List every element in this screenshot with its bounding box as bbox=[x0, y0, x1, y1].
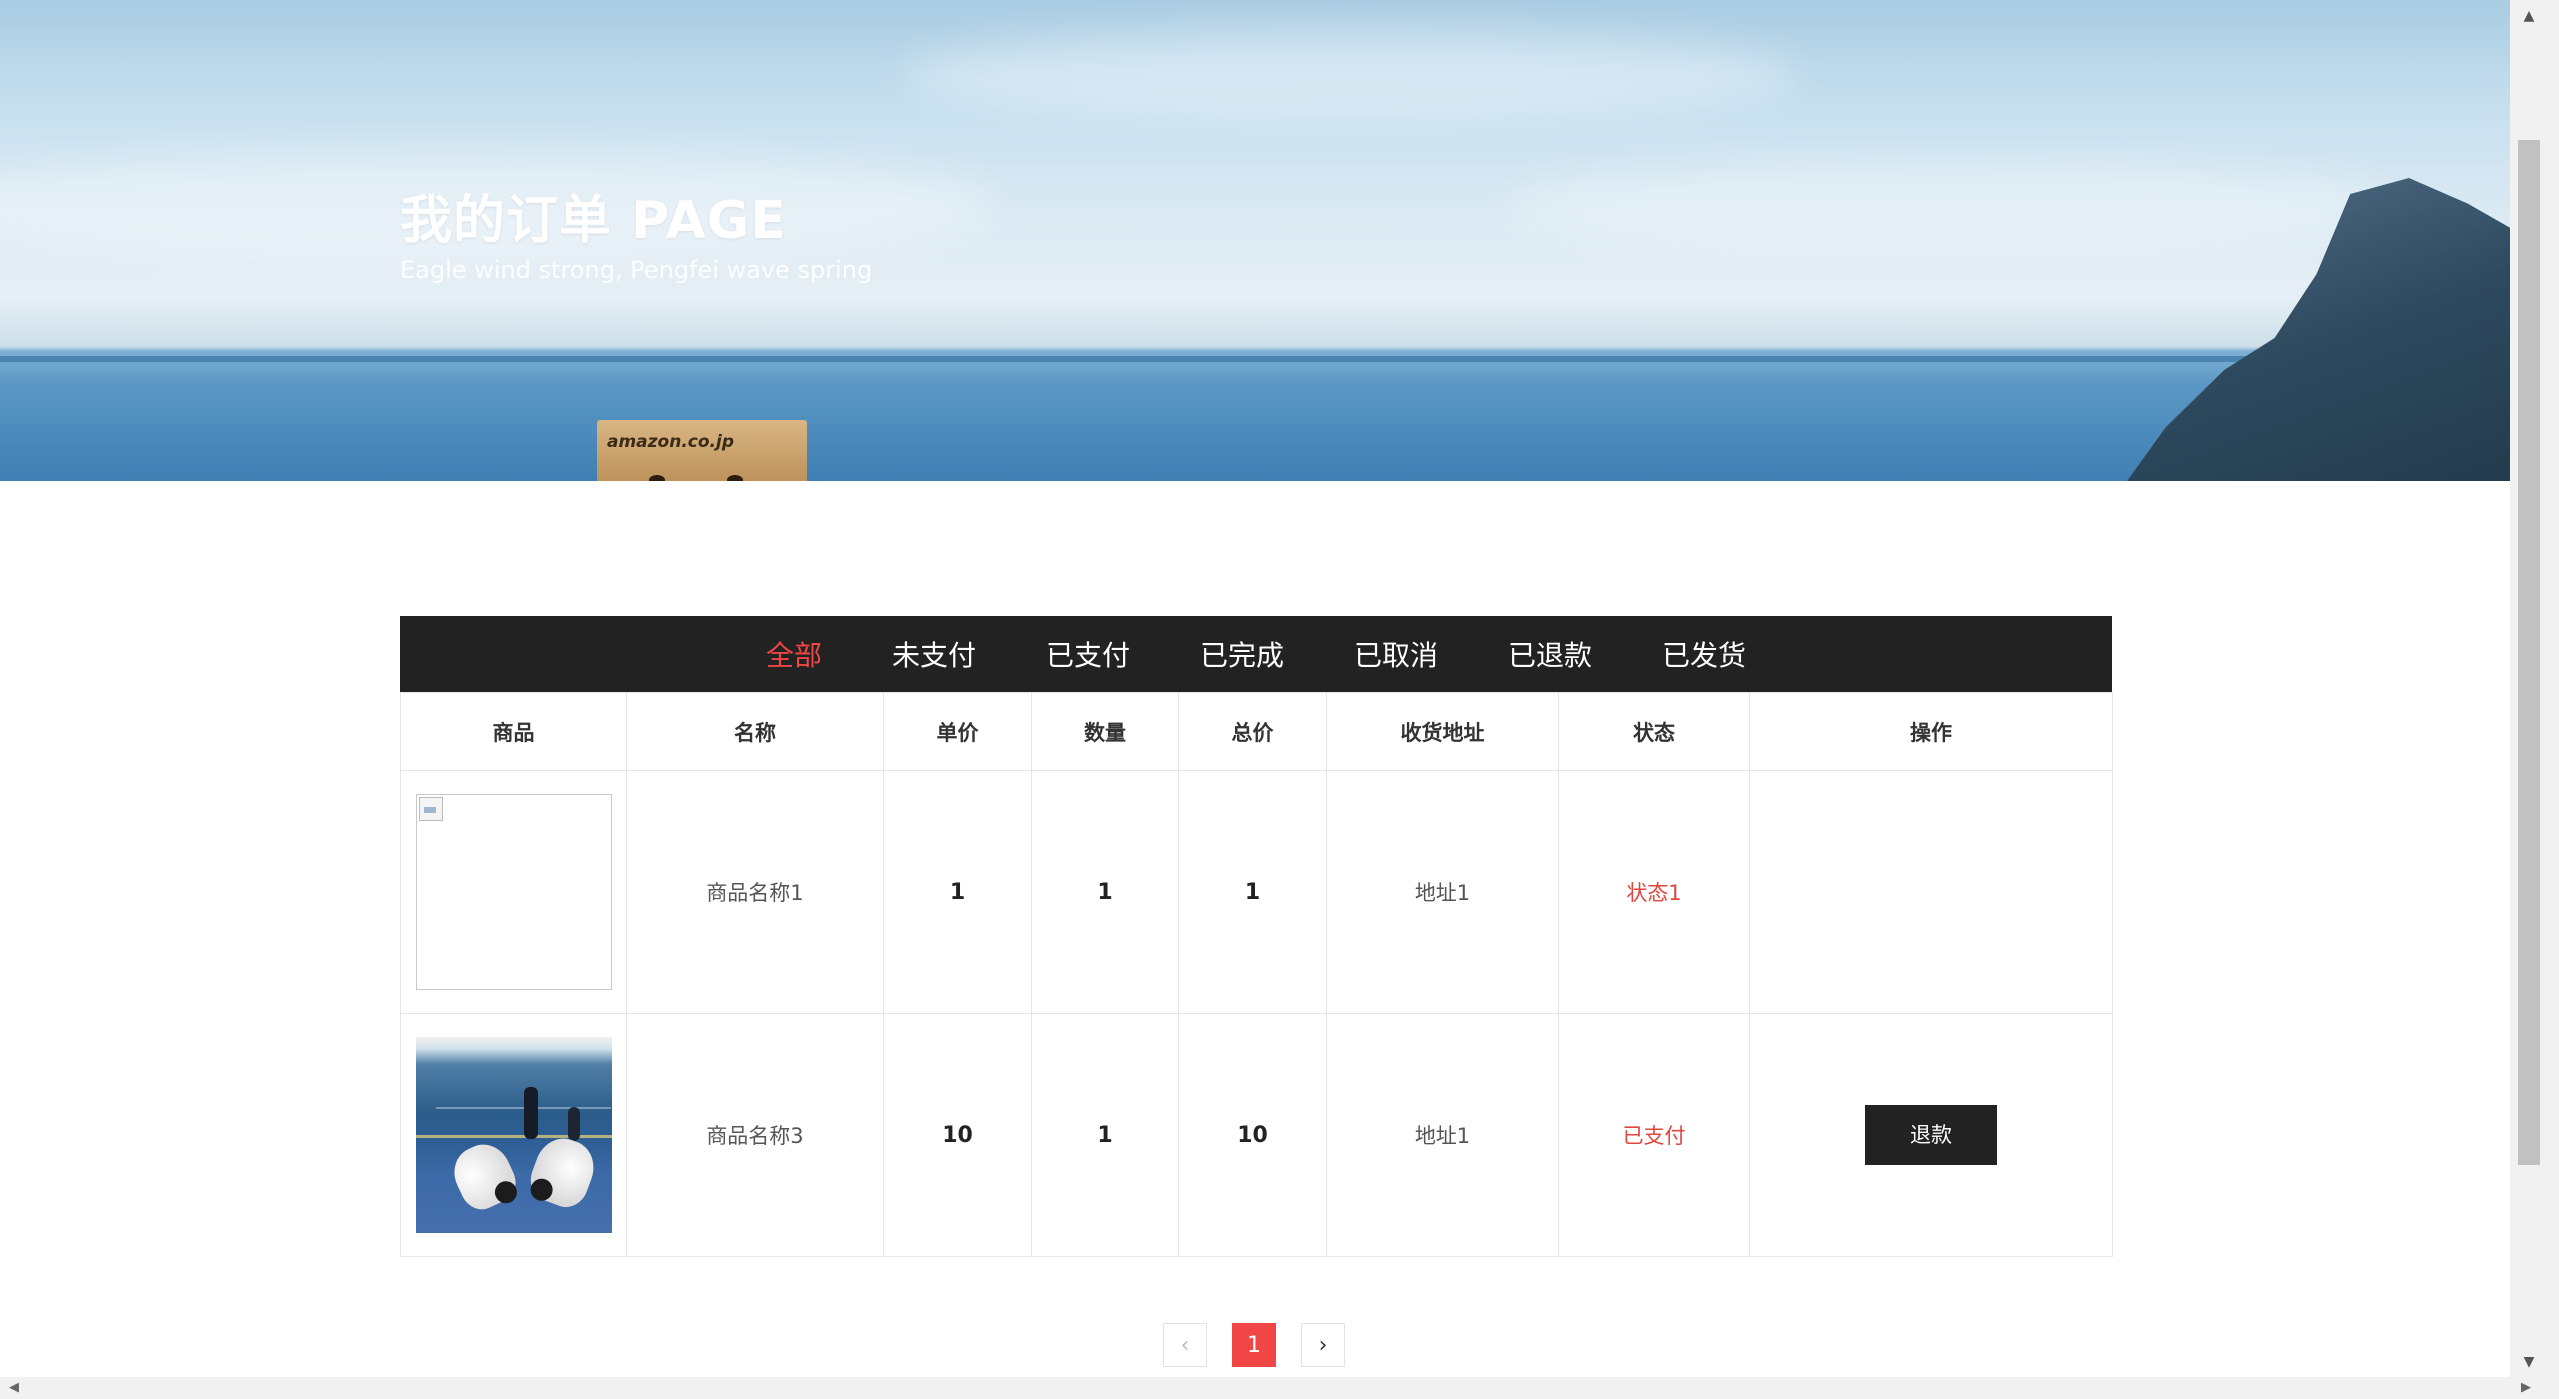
product-image-cell bbox=[400, 1013, 627, 1257]
table-row: 商品名称1 1 1 1 地址1 状态1 bbox=[400, 770, 2113, 1014]
scroll-right-arrow-icon[interactable]: ▶ bbox=[2516, 1379, 2536, 1397]
broken-image-icon[interactable] bbox=[415, 794, 612, 990]
quantity: 1 bbox=[1031, 1013, 1179, 1257]
orders-table: 商品 名称 单价 数量 总价 收货地址 状态 操作 商品名称1 1 1 1 地址… bbox=[400, 692, 2113, 1257]
scroll-down-arrow-icon[interactable]: ▼ bbox=[2519, 1352, 2539, 1372]
cardboard-box: amazon.co.jp bbox=[597, 420, 807, 481]
shuttlecock-tip bbox=[490, 1177, 521, 1207]
column-header-product: 商品 bbox=[400, 692, 627, 771]
tab-paid[interactable]: 已支付 bbox=[1046, 634, 1130, 674]
pagination: ‹ 1 › bbox=[1163, 1323, 1345, 1367]
box-logo-text: amazon.co.jp bbox=[607, 432, 735, 452]
horizontal-scrollbar[interactable] bbox=[0, 1377, 2559, 1399]
total-price: 1 bbox=[1178, 770, 1327, 1014]
player bbox=[567, 1107, 580, 1141]
tab-refunded[interactable]: 已退款 bbox=[1508, 634, 1592, 674]
refund-button[interactable]: 退款 bbox=[1865, 1105, 1997, 1165]
unit-price: 10 bbox=[883, 1013, 1032, 1257]
column-header-price: 单价 bbox=[883, 692, 1032, 771]
page-1-button[interactable]: 1 bbox=[1232, 1323, 1276, 1367]
tab-cancelled[interactable]: 已取消 bbox=[1354, 634, 1438, 674]
tab-shipped[interactable]: 已发货 bbox=[1662, 634, 1746, 674]
shipping-address: 地址1 bbox=[1326, 1013, 1559, 1257]
unit-price: 1 bbox=[883, 770, 1032, 1014]
shuttlecock bbox=[445, 1136, 522, 1216]
page-subtitle: Eagle wind strong, Pengfei wave spring bbox=[400, 256, 873, 284]
scroll-left-arrow-icon[interactable]: ◀ bbox=[4, 1379, 24, 1397]
table-header-row: 商品 名称 单价 数量 总价 收货地址 状态 操作 bbox=[400, 692, 2113, 771]
column-header-total: 总价 bbox=[1178, 692, 1327, 771]
table-row: 商品名称3 10 1 10 地址1 已支付 退款 bbox=[400, 1013, 2113, 1257]
column-header-status: 状态 bbox=[1558, 692, 1750, 771]
quantity: 1 bbox=[1031, 770, 1179, 1014]
badminton-photo[interactable] bbox=[415, 1037, 612, 1233]
player bbox=[523, 1087, 538, 1139]
order-status: 状态1 bbox=[1558, 770, 1750, 1014]
prev-page-button[interactable]: ‹ bbox=[1163, 1323, 1207, 1367]
product-image-cell bbox=[400, 770, 627, 1014]
scroll-up-arrow-icon[interactable]: ▲ bbox=[2519, 6, 2539, 26]
product-name: 商品名称3 bbox=[626, 1013, 884, 1257]
column-header-name: 名称 bbox=[626, 692, 884, 771]
cloud bbox=[900, 30, 1800, 120]
product-name: 商品名称1 bbox=[626, 770, 884, 1014]
tab-completed[interactable]: 已完成 bbox=[1200, 634, 1284, 674]
shuttlecock-tip bbox=[527, 1175, 556, 1204]
hero-banner: amazon.co.jp 我的订单 PAGE Eagle wind strong… bbox=[0, 0, 2510, 481]
shuttlecock bbox=[523, 1131, 602, 1213]
action-cell bbox=[1749, 770, 2113, 1014]
broken-image-icon-glyph bbox=[418, 797, 443, 821]
total-price: 10 bbox=[1178, 1013, 1327, 1257]
column-header-address: 收货地址 bbox=[1326, 692, 1559, 771]
vertical-scrollbar-thumb[interactable] bbox=[2518, 140, 2540, 1165]
action-cell: 退款 bbox=[1749, 1013, 2113, 1257]
order-status-tabs: 全部 未支付 已支付 已完成 已取消 已退款 已发货 bbox=[400, 616, 2112, 692]
horizon bbox=[0, 356, 2510, 362]
tab-all[interactable]: 全部 bbox=[766, 634, 822, 674]
box-eye bbox=[649, 475, 665, 481]
tab-unpaid[interactable]: 未支付 bbox=[892, 634, 976, 674]
orders-panel: 全部 未支付 已支付 已完成 已取消 已退款 已发货 商品 名称 单价 数量 总… bbox=[400, 616, 2113, 1257]
shipping-address: 地址1 bbox=[1326, 770, 1559, 1014]
page-title: 我的订单 PAGE bbox=[400, 191, 787, 251]
box-eye bbox=[727, 475, 743, 481]
order-status: 已支付 bbox=[1558, 1013, 1750, 1257]
column-header-action: 操作 bbox=[1749, 692, 2113, 771]
cloud bbox=[1500, 160, 2400, 250]
court-line bbox=[415, 1135, 612, 1138]
next-page-button[interactable]: › bbox=[1301, 1323, 1345, 1367]
column-header-quantity: 数量 bbox=[1031, 692, 1179, 771]
